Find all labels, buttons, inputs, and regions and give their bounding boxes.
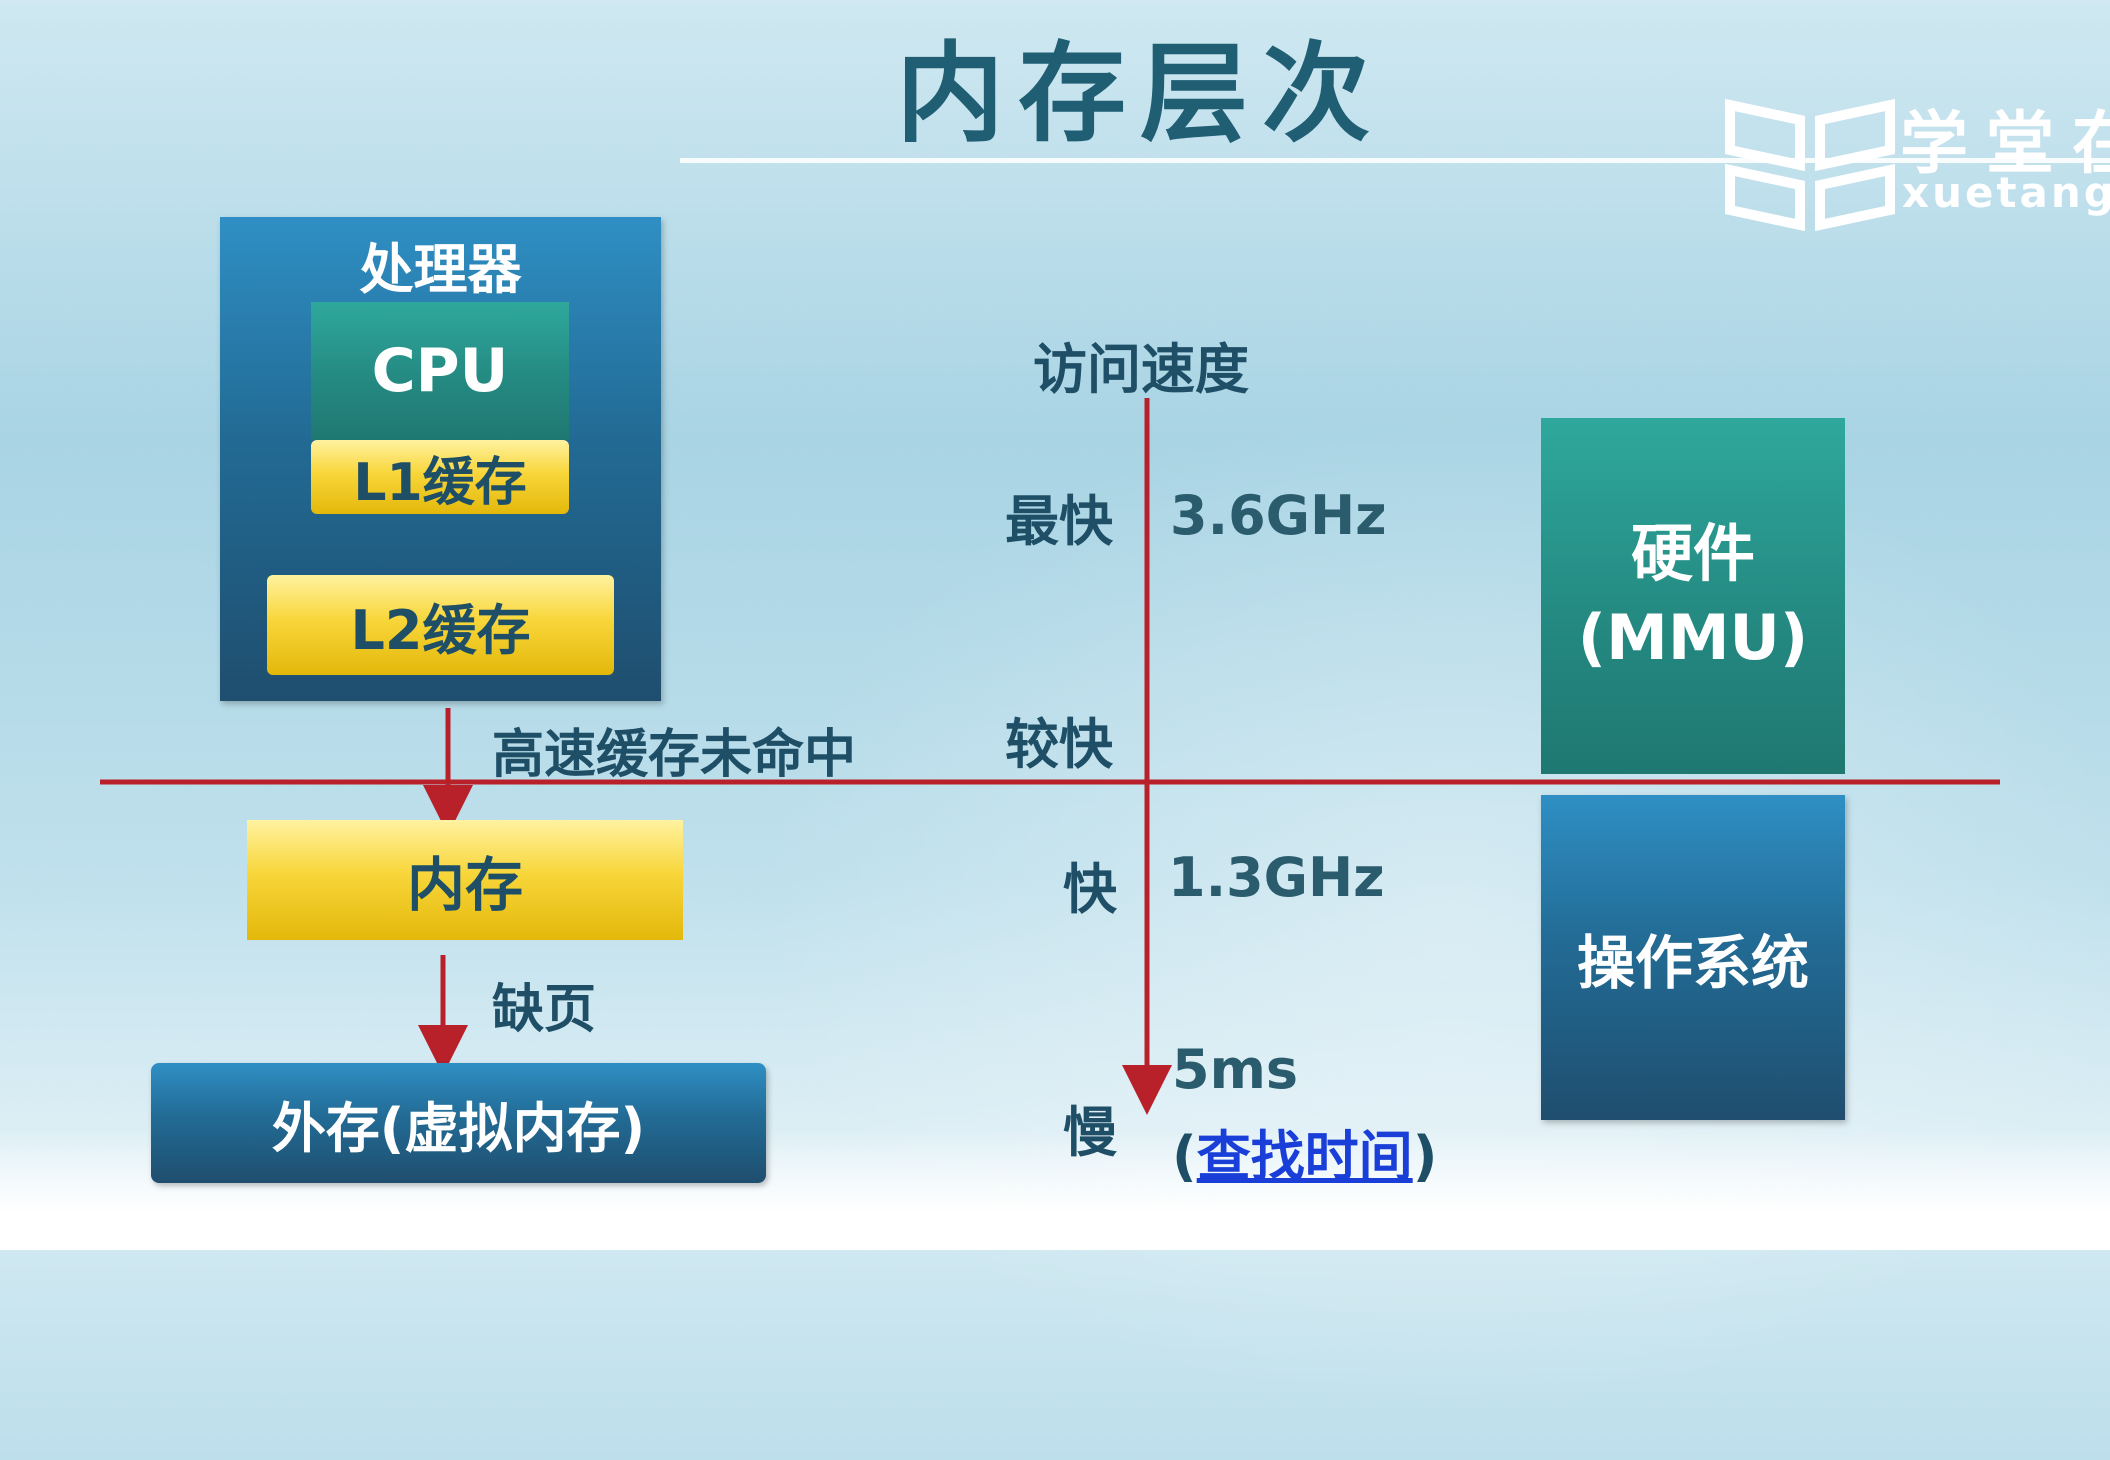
speed-level-faster: 较快 — [1005, 713, 1113, 776]
speed-axis-title: 访问速度 — [1033, 338, 1249, 401]
speed-level-slow: 慢 — [1063, 1101, 1117, 1164]
speed-value-fast: 1.3GHz — [1168, 846, 1385, 909]
external-storage-box: 外存(虚拟内存) — [151, 1063, 766, 1183]
processor-label: 处理器 — [359, 238, 522, 301]
l1-cache-box: L1缓存 — [311, 440, 569, 514]
speed-value-slow: 5ms — [1172, 1038, 1298, 1101]
hardware-mmu-box: 硬件 (MMU) — [1541, 418, 1845, 774]
lookup-time-note: (查找时间) — [1172, 1112, 1437, 1191]
hardware-label: 硬件 — [1630, 517, 1755, 590]
memory-box: 内存 — [247, 820, 683, 940]
speed-value-fastest: 3.6GHz — [1170, 484, 1387, 547]
lookup-time-link[interactable]: 查找时间 — [1197, 1125, 1413, 1188]
mmu-label: (MMU) — [1577, 601, 1809, 674]
l2-cache-box: L2缓存 — [267, 575, 614, 675]
operating-system-box: 操作系统 — [1541, 795, 1845, 1120]
page-fault-label: 缺页 — [492, 980, 597, 1040]
lookup-open-paren: ( — [1172, 1125, 1197, 1188]
lookup-close-paren: ) — [1412, 1125, 1438, 1188]
speed-level-fast: 快 — [1063, 858, 1117, 921]
cpu-box: CPU — [311, 302, 569, 440]
speed-level-fastest: 最快 — [1005, 490, 1113, 553]
cache-miss-label: 高速缓存未命中 — [492, 725, 857, 785]
